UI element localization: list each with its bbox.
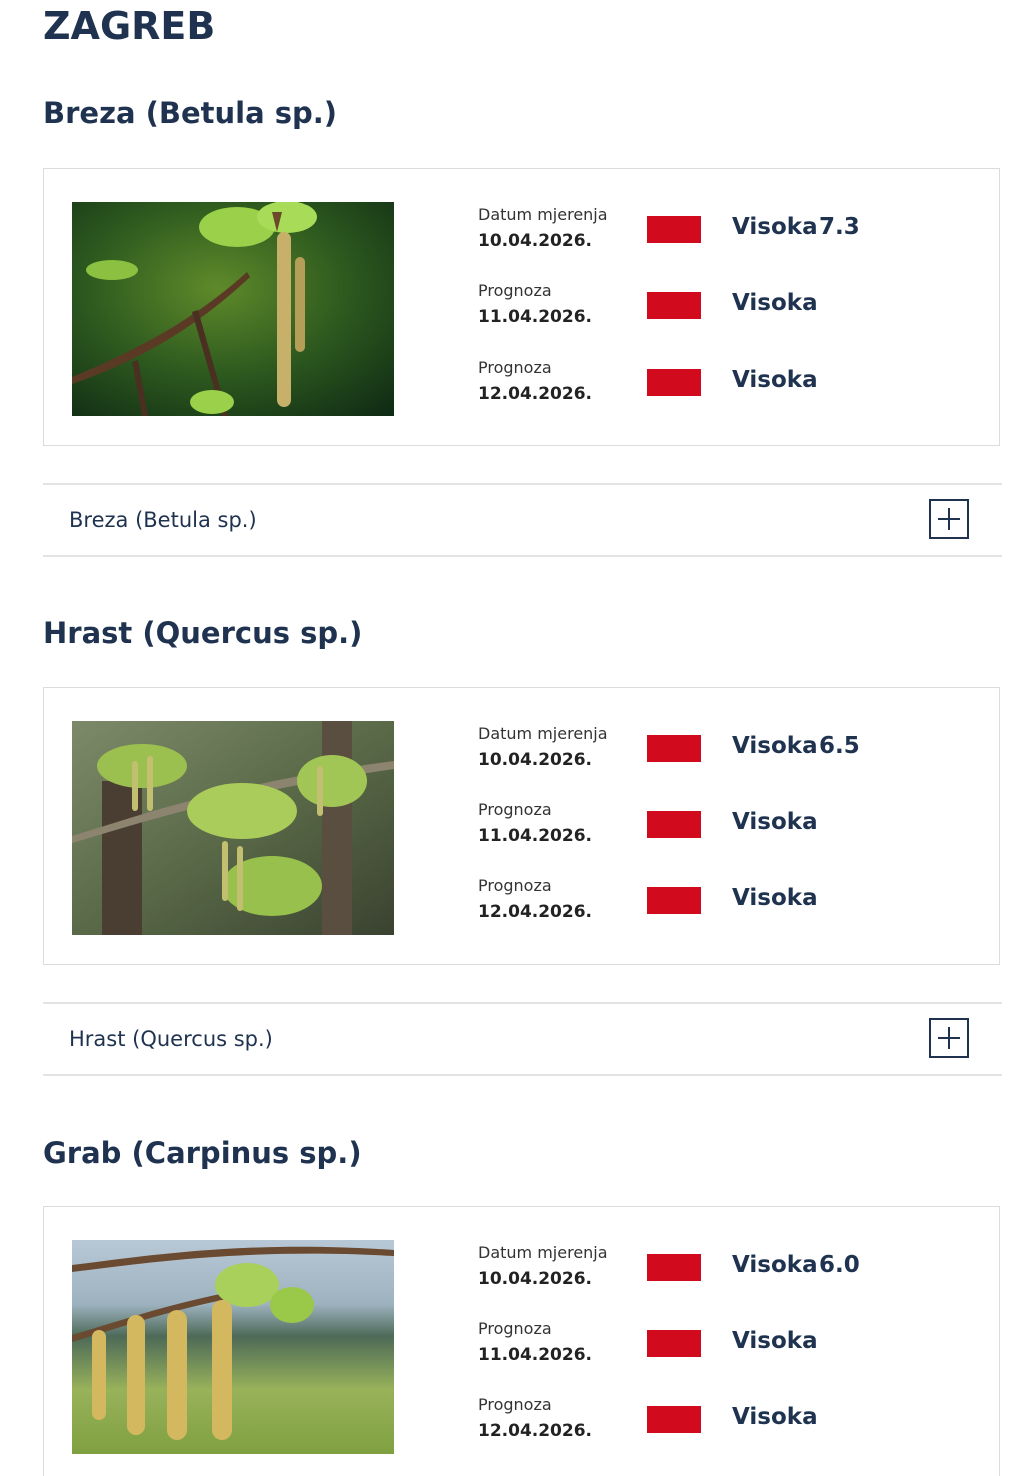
row-date: 11.04.2026. bbox=[478, 307, 593, 327]
species-title-grab: Grab (Carpinus sp.) bbox=[43, 1136, 362, 1170]
expand-plus-icon[interactable] bbox=[929, 1018, 969, 1058]
level-text: Visoka bbox=[732, 1252, 818, 1278]
level-text: Visoka bbox=[732, 809, 818, 835]
pollen-card-hrast: Datum mjerenja 10.04.2026. Visoka 6.5 Pr… bbox=[43, 687, 1000, 965]
level-text: Visoka bbox=[732, 367, 818, 393]
pollen-card-breza: Datum mjerenja 10.04.2026. Visoka 7.3 Pr… bbox=[43, 168, 1000, 446]
row-label: Prognoza bbox=[478, 1319, 552, 1338]
species-title-hrast: Hrast (Quercus sp.) bbox=[43, 616, 363, 650]
row-label: Prognoza bbox=[478, 800, 552, 819]
level-swatch bbox=[647, 216, 701, 243]
row-date: 12.04.2026. bbox=[478, 902, 593, 922]
row-label: Datum mjerenja bbox=[478, 724, 608, 743]
level-text: Visoka bbox=[732, 733, 818, 759]
row-label: Prognoza bbox=[478, 281, 552, 300]
forecast-row: Prognoza 11.04.2026. Visoka bbox=[478, 281, 978, 341]
accordion-label: Breza (Betula sp.) bbox=[69, 508, 257, 532]
row-date: 11.04.2026. bbox=[478, 826, 593, 846]
level-text: Visoka bbox=[732, 1328, 818, 1354]
hornbeam-photo bbox=[72, 1240, 394, 1454]
level-swatch bbox=[647, 369, 701, 396]
level-text: Visoka bbox=[732, 1404, 818, 1430]
level-text: Visoka bbox=[732, 290, 818, 316]
measurement-row: Datum mjerenja 10.04.2026. Visoka 6.5 bbox=[478, 724, 978, 784]
accordion-hrast[interactable]: Hrast (Quercus sp.) bbox=[43, 1002, 1002, 1076]
measurement-row: Datum mjerenja 10.04.2026. Visoka 7.3 bbox=[478, 205, 978, 265]
level-text: Visoka bbox=[732, 214, 818, 240]
forecast-row: Prognoza 11.04.2026. Visoka bbox=[478, 1319, 978, 1379]
forecast-row: Prognoza 12.04.2026. Visoka bbox=[478, 876, 978, 936]
level-text: Visoka bbox=[732, 885, 818, 911]
city-title: ZAGREB bbox=[43, 4, 216, 48]
forecast-row: Prognoza 11.04.2026. Visoka bbox=[478, 800, 978, 860]
forecast-row: Prognoza 12.04.2026. Visoka bbox=[478, 1395, 978, 1455]
pollen-value: 6.0 bbox=[819, 1252, 860, 1278]
row-date: 12.04.2026. bbox=[478, 384, 593, 404]
row-label: Prognoza bbox=[478, 358, 552, 377]
level-swatch bbox=[647, 811, 701, 838]
row-date: 10.04.2026. bbox=[478, 231, 593, 251]
accordion-label: Hrast (Quercus sp.) bbox=[69, 1027, 273, 1051]
row-date: 10.04.2026. bbox=[478, 1269, 593, 1289]
row-label: Datum mjerenja bbox=[478, 205, 608, 224]
forecast-row: Prognoza 12.04.2026. Visoka bbox=[478, 358, 978, 418]
row-date: 12.04.2026. bbox=[478, 1421, 593, 1441]
row-label: Prognoza bbox=[478, 1395, 552, 1414]
measurement-row: Datum mjerenja 10.04.2026. Visoka 6.0 bbox=[478, 1243, 978, 1303]
birch-photo bbox=[72, 202, 394, 416]
row-label: Prognoza bbox=[478, 876, 552, 895]
row-date: 10.04.2026. bbox=[478, 750, 593, 770]
level-swatch bbox=[647, 292, 701, 319]
level-swatch bbox=[647, 887, 701, 914]
oak-photo bbox=[72, 721, 394, 935]
accordion-breza[interactable]: Breza (Betula sp.) bbox=[43, 483, 1002, 557]
pollen-value: 6.5 bbox=[819, 733, 860, 759]
pollen-card-grab: Datum mjerenja 10.04.2026. Visoka 6.0 Pr… bbox=[43, 1206, 1000, 1476]
level-swatch bbox=[647, 1406, 701, 1433]
pollen-value: 7.3 bbox=[819, 214, 860, 240]
level-swatch bbox=[647, 1254, 701, 1281]
row-label: Datum mjerenja bbox=[478, 1243, 608, 1262]
level-swatch bbox=[647, 1330, 701, 1357]
level-swatch bbox=[647, 735, 701, 762]
row-date: 11.04.2026. bbox=[478, 1345, 593, 1365]
species-title-breza: Breza (Betula sp.) bbox=[43, 96, 338, 130]
expand-plus-icon[interactable] bbox=[929, 499, 969, 539]
